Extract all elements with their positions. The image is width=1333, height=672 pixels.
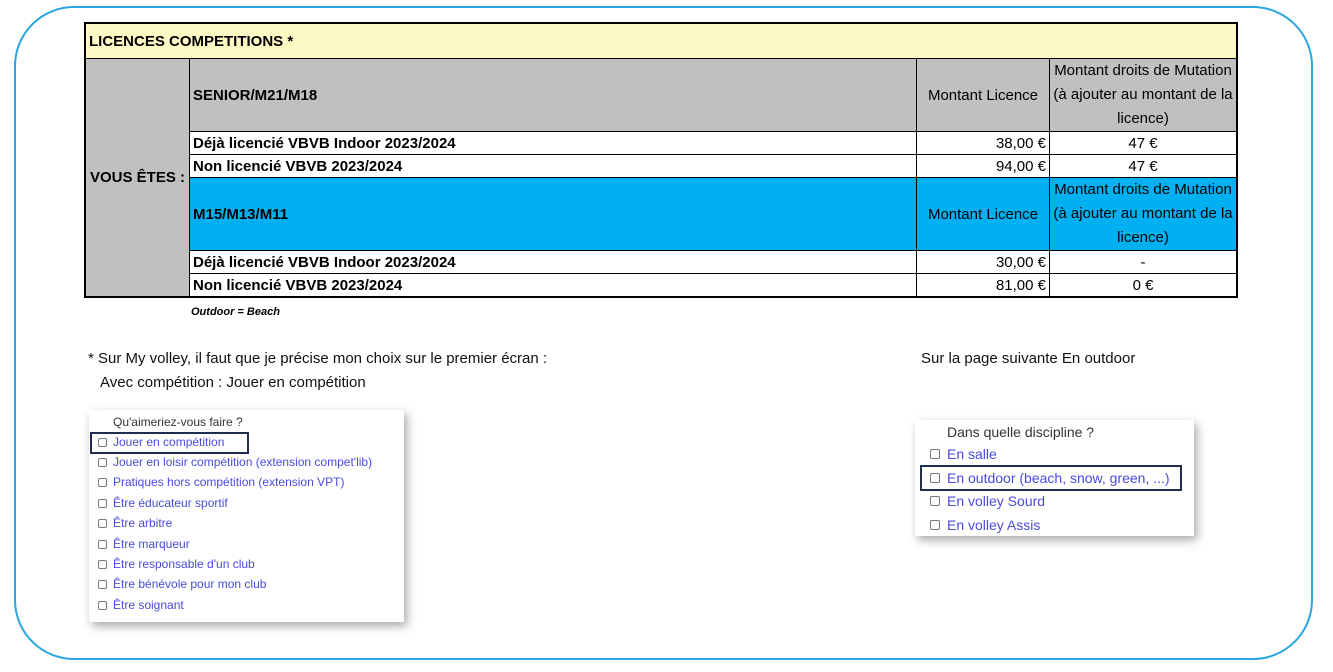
table-row: Non licencié VBVB 2023/2024 94,00 € 47 € xyxy=(85,154,1238,178)
option-hors-competition[interactable]: Pratiques hors compétition (extension VP… xyxy=(98,475,344,489)
mutation-amount: 47 € xyxy=(1049,131,1238,155)
option-label: Pratiques hors compétition (extension VP… xyxy=(113,475,345,489)
activity-choice-panel: Qu'aimeriez-vous faire ? Jouer en compét… xyxy=(89,410,404,622)
section-header-youth: M15/M13/M11 Montant Licence Montant droi… xyxy=(85,177,1238,251)
instruction-right: Sur la page suivante En outdoor xyxy=(921,350,1136,367)
table-row: Déjà licencié VBVB Indoor 2023/2024 30,0… xyxy=(85,250,1238,274)
row-label: Déjà licencié VBVB Indoor 2023/2024 xyxy=(189,250,917,274)
checkbox[interactable] xyxy=(930,449,940,459)
option-label: Être marqueur xyxy=(113,537,190,551)
option-label: Être éducateur sportif xyxy=(113,496,228,510)
option-label: Être soignant xyxy=(113,598,184,612)
checkbox[interactable] xyxy=(98,457,107,467)
mutation-amount: - xyxy=(1049,250,1238,274)
highlight-box xyxy=(920,465,1182,491)
option-label: Être arbitre xyxy=(113,516,173,530)
option-label: Être responsable d'un club xyxy=(113,557,255,571)
checkbox[interactable] xyxy=(98,477,107,487)
col-licence-header: Montant Licence xyxy=(916,58,1050,132)
licence-amount: 30,00 € xyxy=(916,250,1050,274)
instruction-line-2: Avec compétition : Jouer en compétition xyxy=(100,374,366,391)
table-row: Non licencié VBVB 2023/2024 81,00 € 0 € xyxy=(85,273,1238,298)
col-mutation-header: Montant droits de Mutation (à ajouter au… xyxy=(1049,58,1238,132)
discipline-question: Dans quelle discipline ? xyxy=(947,424,1095,440)
option-educateur[interactable]: Être éducateur sportif xyxy=(98,496,228,510)
row-label: Non licencié VBVB 2023/2024 xyxy=(189,154,917,178)
option-label: En volley Assis xyxy=(947,517,1041,533)
mutation-amount: 47 € xyxy=(1049,154,1238,178)
option-volley-sourd[interactable]: En volley Sourd xyxy=(930,493,1045,509)
checkbox[interactable] xyxy=(98,498,107,508)
table-title: LICENCES COMPETITIONS * xyxy=(84,22,1238,59)
checkbox[interactable] xyxy=(98,559,107,569)
row-label: Déjà licencié VBVB Indoor 2023/2024 xyxy=(189,131,917,155)
option-label: Être bénévole pour mon club xyxy=(113,577,267,591)
checkbox[interactable] xyxy=(930,496,940,506)
option-loisir-competition[interactable]: Jouer en loisir compétition (extension c… xyxy=(98,455,372,469)
option-volley-assis[interactable]: En volley Assis xyxy=(930,517,1040,533)
category-youth: M15/M13/M11 xyxy=(189,177,917,251)
category-senior: SENIOR/M21/M18 xyxy=(189,58,917,132)
option-benevole[interactable]: Être bénévole pour mon club xyxy=(98,577,266,591)
option-arbitre[interactable]: Être arbitre xyxy=(98,516,172,530)
mutation-amount: 0 € xyxy=(1049,273,1238,298)
row-label: Non licencié VBVB 2023/2024 xyxy=(189,273,917,298)
option-soignant[interactable]: Être soignant xyxy=(98,598,184,612)
option-label: Jouer en loisir compétition (extension c… xyxy=(113,455,373,469)
col-licence-header: Montant Licence xyxy=(916,177,1050,251)
option-label: En salle xyxy=(947,446,997,462)
activity-question: Qu'aimeriez-vous faire ? xyxy=(113,415,243,429)
instruction-line-1: * Sur My volley, il faut que je précise … xyxy=(88,350,548,367)
discipline-choice-panel: Dans quelle discipline ? En salle En out… xyxy=(915,420,1194,536)
vous-etes-label: VOUS ÊTES : xyxy=(84,58,190,298)
outdoor-note: Outdoor = Beach xyxy=(191,306,280,318)
highlight-box xyxy=(90,432,249,454)
option-responsable-club[interactable]: Être responsable d'un club xyxy=(98,557,255,571)
checkbox[interactable] xyxy=(98,579,107,589)
option-label: En volley Sourd xyxy=(947,493,1046,509)
licence-table: LICENCES COMPETITIONS * VOUS ÊTES : SENI… xyxy=(84,22,1238,298)
section-header-senior: VOUS ÊTES : SENIOR/M21/M18 Montant Licen… xyxy=(84,58,1238,298)
checkbox[interactable] xyxy=(98,518,107,528)
col-mutation-header: Montant droits de Mutation (à ajouter au… xyxy=(1049,177,1238,251)
checkbox[interactable] xyxy=(98,539,107,549)
licence-amount: 94,00 € xyxy=(916,154,1050,178)
option-en-salle[interactable]: En salle xyxy=(930,446,997,462)
checkbox[interactable] xyxy=(98,600,107,610)
licence-amount: 81,00 € xyxy=(916,273,1050,298)
licence-amount: 38,00 € xyxy=(916,131,1050,155)
table-row: Déjà licencié VBVB Indoor 2023/2024 38,0… xyxy=(85,131,1238,155)
option-marqueur[interactable]: Être marqueur xyxy=(98,537,190,551)
checkbox[interactable] xyxy=(930,520,940,530)
